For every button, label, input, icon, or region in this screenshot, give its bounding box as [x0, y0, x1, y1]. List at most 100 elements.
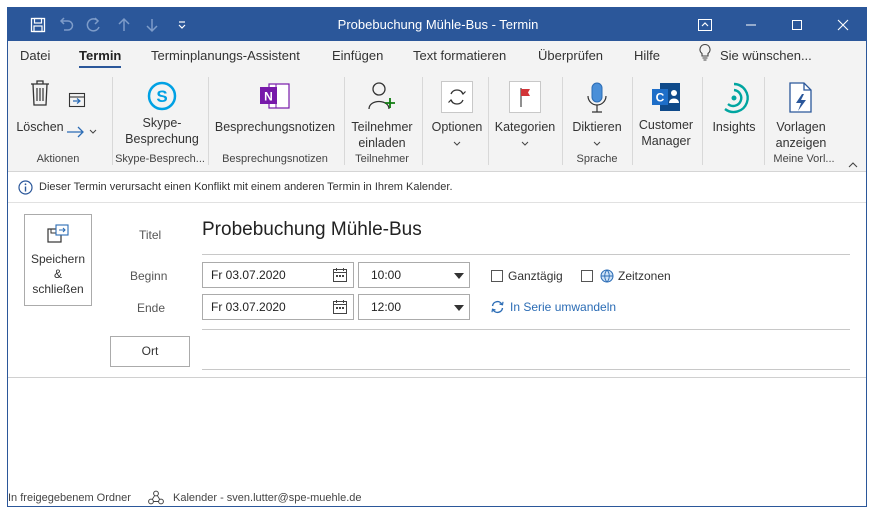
start-label: Beginn: [130, 269, 168, 283]
view-templates-button[interactable]: Vorlagen anzeigen: [768, 81, 834, 151]
location-input[interactable]: [202, 336, 850, 370]
templates-label-line1: Vorlagen: [776, 120, 826, 134]
recurrence-icon: [490, 300, 505, 314]
ribbon-tabs: Datei Termin Terminplanungs-Assistent Ei…: [8, 41, 866, 71]
minimize-icon[interactable]: [728, 8, 774, 41]
group-separator: [488, 77, 489, 165]
allday-label: Ganztägig: [508, 269, 563, 283]
timezones-checkbox[interactable]: [581, 270, 593, 282]
arrow-down-icon[interactable]: [138, 8, 166, 41]
invite-attendees-button[interactable]: Teilnehmer einladen: [348, 81, 416, 151]
customer-manager-button[interactable]: C Customer Manager: [634, 81, 698, 149]
save-close-label-line2: &: [53, 267, 62, 281]
dictate-label: Diktieren: [572, 120, 622, 134]
svg-text:N: N: [264, 90, 273, 104]
ribbon-display-options-icon[interactable]: [682, 8, 728, 41]
close-icon[interactable]: [820, 8, 866, 41]
svg-text:S: S: [156, 87, 167, 106]
forward-button[interactable]: [66, 125, 102, 143]
maximize-icon[interactable]: [774, 8, 820, 41]
save-icon[interactable]: [24, 8, 52, 41]
title-bar: Probebuchung Mühle-Bus - Termin: [8, 8, 866, 41]
group-label-skype: Skype-Besprech...: [115, 153, 205, 165]
end-date-value: Fr 03.07.2020: [211, 300, 286, 314]
group-label-language: Sprache: [576, 153, 618, 165]
insights-icon: [706, 81, 762, 115]
dropdown-arrow-icon: [454, 273, 464, 279]
skype-label-line1: Skype-: [142, 116, 182, 130]
timezones-label: Zeitzonen: [618, 269, 671, 283]
templates-icon: [768, 81, 834, 115]
end-time-select[interactable]: 12:00: [358, 294, 470, 320]
end-date-input[interactable]: Fr 03.07.2020: [202, 294, 354, 320]
group-separator: [562, 77, 563, 165]
onenote-icon: N: [212, 81, 338, 111]
message-body[interactable]: [8, 378, 866, 486]
end-label: Ende: [137, 301, 166, 315]
arrow-up-icon[interactable]: [110, 8, 138, 41]
shared-folder-label: In freigegebenem Ordner: [8, 492, 131, 504]
calendar-owner-label: Kalender - sven.lutter@spe-muehle.de: [173, 492, 362, 504]
svg-text:C: C: [656, 91, 665, 105]
title-underline: [202, 254, 850, 255]
group-separator: [208, 77, 209, 165]
make-recurring-link[interactable]: In Serie umwandeln: [490, 300, 616, 314]
delete-button[interactable]: Löschen: [16, 79, 64, 135]
invite-label-line2: einladen: [358, 136, 406, 150]
redo-icon[interactable]: [80, 8, 108, 41]
info-icon: [18, 179, 33, 195]
group-separator: [702, 77, 703, 165]
tab-datei[interactable]: Datei: [20, 41, 50, 71]
allday-checkbox[interactable]: [491, 270, 503, 282]
group-separator: [764, 77, 765, 165]
options-button[interactable]: Optionen: [430, 81, 484, 151]
skype-meeting-button[interactable]: S Skype- Besprechung: [116, 79, 208, 147]
shared-folder-icon: [148, 490, 164, 505]
start-time-select[interactable]: 10:00: [358, 262, 470, 288]
tab-termin[interactable]: Termin: [79, 41, 122, 71]
trash-icon: [16, 79, 64, 107]
calendar-icon[interactable]: [333, 268, 347, 282]
tab-ueberpruefen[interactable]: Überprüfen: [538, 41, 603, 71]
group-separator: [632, 77, 633, 165]
skype-label-line2: Besprechung: [125, 132, 199, 146]
collapse-ribbon-icon[interactable]: [846, 157, 860, 173]
start-date-value: Fr 03.07.2020: [211, 268, 286, 282]
group-separator: [344, 77, 345, 165]
window-title: Probebuchung Mühle-Bus - Termin: [337, 17, 539, 32]
microphone-icon: [566, 81, 628, 115]
dropdown-arrow-icon: [454, 305, 464, 311]
calendar-icon[interactable]: [333, 300, 347, 314]
categories-label: Kategorien: [494, 120, 556, 134]
group-label-aktionen: Aktionen: [36, 153, 80, 165]
calendar-forward-icon[interactable]: [66, 91, 88, 113]
invite-label-line1: Teilnehmer: [351, 120, 413, 134]
tab-hilfe[interactable]: Hilfe: [634, 41, 660, 71]
title-input[interactable]: Probebuchung Mühle-Bus: [202, 219, 422, 241]
group-separator: [112, 77, 113, 165]
location-button[interactable]: Ort: [110, 336, 190, 367]
recurrence-label: In Serie umwandeln: [510, 300, 617, 314]
categories-button[interactable]: Kategorien: [492, 81, 558, 151]
save-close-button[interactable]: Speichern & schließen: [24, 214, 92, 306]
active-tab-underline: [79, 66, 122, 68]
save-close-label-line1: Speichern: [30, 252, 86, 266]
start-date-input[interactable]: Fr 03.07.2020: [202, 262, 354, 288]
tab-terminplanungs-assistent[interactable]: Terminplanungs-Assistent: [151, 41, 300, 71]
tab-text-formatieren[interactable]: Text formatieren: [413, 41, 506, 71]
chevron-down-icon: [566, 135, 628, 151]
save-close-label-line3: schließen: [32, 282, 84, 296]
tab-einfuegen[interactable]: Einfügen: [332, 41, 383, 71]
flag-icon: [492, 81, 558, 113]
save-close-icon: [25, 223, 91, 245]
ribbon: Löschen Aktionen S Skype- Besprechung Sk…: [8, 71, 866, 172]
start-time-value: 10:00: [371, 268, 402, 282]
tell-me-search[interactable]: Sie wünschen...: [698, 41, 812, 71]
dictate-button[interactable]: Diktieren: [566, 81, 628, 151]
meeting-notes-button[interactable]: N Besprechungsnotizen: [212, 81, 338, 135]
insights-label: Insights: [712, 120, 756, 134]
insights-button[interactable]: Insights: [706, 81, 762, 135]
tell-me-label: Sie wünschen...: [720, 48, 812, 63]
customize-qat-icon[interactable]: [168, 8, 196, 41]
undo-icon[interactable]: [52, 8, 80, 41]
